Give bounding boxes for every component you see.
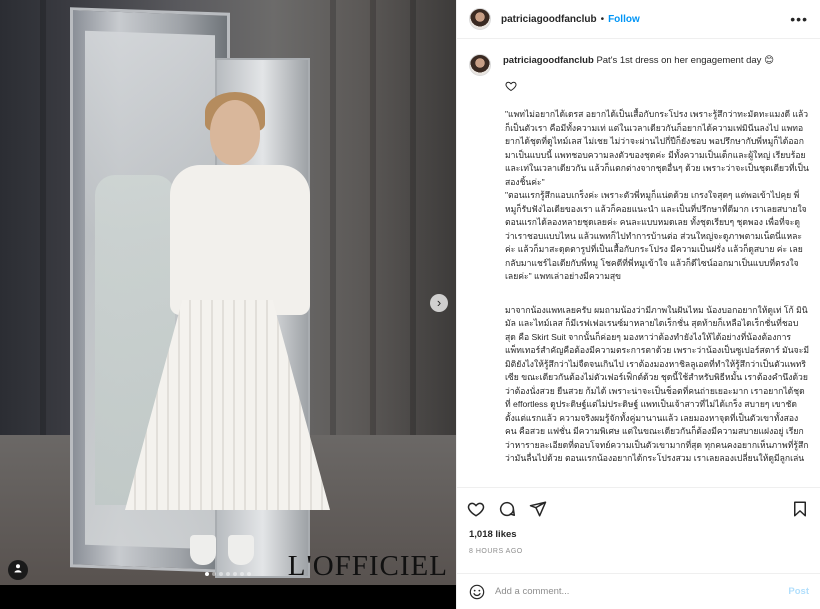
post-photo: L'OFFICIEL: [0, 0, 456, 585]
likes-count[interactable]: 1,018 likes: [469, 529, 517, 540]
post-media[interactable]: L'OFFICIEL ›: [0, 0, 456, 609]
carousel-dot: [247, 572, 251, 576]
carousel-dot: [240, 572, 244, 576]
avatar[interactable]: [469, 54, 491, 76]
bookmark-icon[interactable]: [791, 500, 809, 518]
emoji-icon[interactable]: [469, 584, 485, 600]
carousel-dot: [226, 572, 230, 576]
post-comment-button[interactable]: Post: [788, 586, 809, 597]
post-sidebar: patriciagoodfanclub • Follow ••• patrici…: [456, 0, 820, 609]
post-header: patriciagoodfanclub • Follow •••: [457, 0, 820, 39]
comment-bar: Post: [457, 573, 820, 609]
post-actions: [457, 487, 820, 529]
caption-username[interactable]: patriciagoodfanclub: [503, 55, 594, 66]
carousel-dot: [212, 572, 216, 576]
share-icon[interactable]: [529, 500, 547, 518]
comment-icon[interactable]: [498, 500, 516, 518]
follow-button[interactable]: Follow: [608, 14, 640, 25]
avatar[interactable]: [469, 8, 491, 30]
more-options-icon[interactable]: •••: [790, 11, 808, 27]
caption-paragraph: มาจากน้องแพทเลยครับ ผมถามน้องว่ามีภาพในฝ…: [505, 304, 809, 464]
dress-jacket: [170, 165, 310, 315]
separator-dot: •: [600, 13, 605, 25]
carousel-dot: [205, 572, 209, 576]
caption-paragraph: "แพทไม่อยากได้เดรส อยากได้เป็นเสื้อกับกร…: [505, 109, 809, 281]
caption-text: Pat's 1st dress on her engagement day 😊: [596, 55, 774, 66]
person-tag-icon[interactable]: [8, 560, 28, 580]
comment-input[interactable]: [495, 586, 789, 597]
heart-icon[interactable]: [467, 500, 485, 518]
carousel-dots: [0, 572, 456, 576]
header-username[interactable]: patriciagoodfanclub: [501, 14, 597, 25]
carousel-dot: [219, 572, 223, 576]
post-timestamp[interactable]: 8 HOURS AGO: [469, 548, 523, 555]
caption-header: patriciagoodfanclub Pat's 1st dress on h…: [469, 54, 809, 76]
caption-area[interactable]: patriciagoodfanclub Pat's 1st dress on h…: [457, 40, 820, 486]
heart-icon[interactable]: [505, 80, 517, 92]
carousel-dot: [233, 572, 237, 576]
chevron-right-icon[interactable]: ›: [430, 294, 448, 312]
magazine-watermark: L'OFFICIEL: [287, 550, 448, 582]
